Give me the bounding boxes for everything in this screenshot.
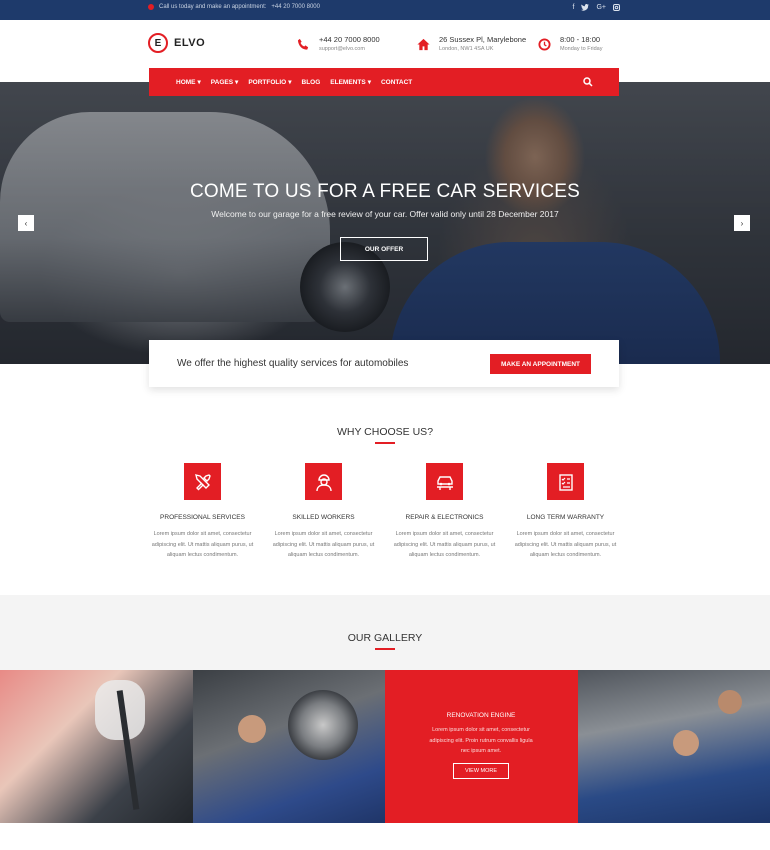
feature-desc: Lorem ipsum dolor sit amet, consectetur … xyxy=(151,531,254,558)
feature-item: LONG TERM WARRANTY Lorem ipsum dolor sit… xyxy=(505,463,626,561)
gallery-image-under-car[interactable] xyxy=(577,670,770,823)
chevron-down-icon: ▾ xyxy=(197,79,201,86)
nav-item-pages[interactable]: PAGES ▾ xyxy=(210,78,239,87)
chevron-down-icon: ▾ xyxy=(288,79,292,86)
feature-name: REPAIR & ELECTRONICS xyxy=(405,514,484,521)
view-more-button[interactable]: VIEW MORE xyxy=(453,763,509,779)
twitter-icon[interactable] xyxy=(581,4,590,13)
nav-item-blog-label: BLOG xyxy=(301,78,321,86)
chevron-down-icon: ▾ xyxy=(235,79,239,86)
gallery-image-engine-tools[interactable] xyxy=(0,670,193,823)
contact-address-line2: London, NW1 4SA UK xyxy=(439,46,494,52)
nav-item-portfolio-label: PORTFOLIO xyxy=(248,78,287,86)
alert-icon xyxy=(148,4,154,10)
top-notice: Call us today and make an appointment: +… xyxy=(148,4,320,10)
our-offer-button[interactable]: OUR OFFER xyxy=(340,237,428,261)
notice-phone: +44 20 7000 8000 xyxy=(271,4,320,10)
feature-name: PROFESSIONAL SERVICES xyxy=(160,514,245,521)
instagram-icon[interactable] xyxy=(613,4,620,13)
car-lift-icon xyxy=(436,475,453,490)
gallery-grid: RENOVATION ENGINE Lorem ipsum dolor sit … xyxy=(0,670,770,823)
hero-overlay xyxy=(0,82,770,364)
contact-phone: +44 20 7000 8000 support@elvo.com xyxy=(297,35,380,52)
feature-name: LONG TERM WARRANTY xyxy=(526,514,605,521)
mechanic-head-shape xyxy=(672,730,699,756)
hero-title: COME TO US FOR A FREE CAR SERVICES xyxy=(189,181,581,202)
gallery-overlay-card: RENOVATION ENGINE Lorem ipsum dolor sit … xyxy=(385,670,578,823)
google-plus-icon[interactable]: G+ xyxy=(596,4,606,13)
nav-item-home-label: HOME xyxy=(176,78,196,86)
why-title: WHY CHOOSE US? xyxy=(336,426,434,438)
worker-icon xyxy=(315,473,332,491)
feature-icon-box xyxy=(547,463,584,500)
nav-item-elements-label: ELEMENTS xyxy=(330,78,366,86)
gallery-title: OUR GALLERY xyxy=(347,632,423,644)
cta-text: We offer the highest quality services fo… xyxy=(177,358,409,369)
contact-hours-days: Monday to Friday xyxy=(560,46,603,52)
feature-name: SKILLED WORKERS xyxy=(292,514,355,521)
facebook-icon[interactable]: f xyxy=(573,4,575,13)
contact-address-line1: 26 Sussex Pl, Marylebone xyxy=(439,35,527,44)
chevron-down-icon: ▾ xyxy=(367,79,371,86)
nav-item-portfolio[interactable]: PORTFOLIO ▾ xyxy=(248,78,292,87)
make-appointment-button[interactable]: MAKE AN APPOINTMENT xyxy=(490,354,591,374)
clock-icon xyxy=(538,38,551,51)
nav-item-elements[interactable]: ELEMENTS ▾ xyxy=(330,78,371,87)
gallery-overlay-text: Lorem ipsum dolor sit amet, consectetur … xyxy=(429,727,533,754)
slider-next-button[interactable]: › xyxy=(734,215,750,231)
feature-icon-box xyxy=(184,463,221,500)
checklist-icon xyxy=(558,473,573,491)
page-footer-space xyxy=(0,823,770,850)
feature-icon-box xyxy=(305,463,342,500)
feature-item: SKILLED WORKERS Lorem ipsum dolor sit am… xyxy=(263,463,384,561)
nav-item-blog[interactable]: BLOG xyxy=(302,79,321,86)
gallery-image-brake-repair[interactable] xyxy=(192,670,385,823)
main-nav: HOME ▾ PAGES ▾ PORTFOLIO ▾ BLOG ELEMENTS ▾ C… xyxy=(149,68,619,96)
contact-phone-number: +44 20 7000 8000 xyxy=(319,35,380,44)
contact-hours: 8:00 - 18:00 Monday to Friday xyxy=(538,35,603,52)
contact-address: 26 Sussex Pl, Marylebone London, NW1 4SA… xyxy=(417,35,526,52)
feature-item: PROFESSIONAL SERVICES Lorem ipsum dolor … xyxy=(142,463,263,561)
gallery-title-underline xyxy=(375,648,395,650)
top-bar: Call us today and make an appointment: +… xyxy=(0,0,770,20)
contact-email: support@elvo.com xyxy=(319,46,365,52)
contact-hours-time: 8:00 - 18:00 xyxy=(560,35,601,44)
phone-icon xyxy=(297,38,309,50)
feature-desc: Lorem ipsum dolor sit amet, consectetur … xyxy=(272,531,375,558)
features-list: PROFESSIONAL SERVICES Lorem ipsum dolor … xyxy=(142,463,627,561)
nav-item-home[interactable]: HOME ▾ xyxy=(176,78,201,87)
cta-bar: We offer the highest quality services fo… xyxy=(149,340,619,387)
home-icon xyxy=(417,38,430,51)
logo[interactable]: E ELVO xyxy=(148,33,205,53)
feature-item: REPAIR & ELECTRONICS Lorem ipsum dolor s… xyxy=(384,463,505,561)
feature-desc: Lorem ipsum dolor sit amet, consectetur … xyxy=(514,531,617,558)
nav-item-contact[interactable]: CONTACT xyxy=(381,79,412,86)
tools-icon xyxy=(194,473,211,490)
brake-disc-shape xyxy=(287,690,358,760)
gallery-overlay-title: RENOVATION ENGINE xyxy=(446,712,516,719)
mechanic-head-shape xyxy=(717,690,742,714)
hero-slider: COME TO US FOR A FREE CAR SERVICES Welco… xyxy=(0,82,770,364)
hero-subtitle: Welcome to our garage for a free review … xyxy=(211,209,559,219)
logo-text: ELVO xyxy=(174,37,206,49)
nav-item-contact-label: CONTACT xyxy=(380,78,413,86)
notice-text: Call us today and make an appointment: xyxy=(159,4,267,10)
logo-mark: E xyxy=(148,33,168,53)
feature-icon-box xyxy=(426,463,463,500)
why-title-underline xyxy=(375,442,395,444)
feature-desc: Lorem ipsum dolor sit amet, consectetur … xyxy=(393,531,496,558)
search-icon[interactable] xyxy=(583,77,593,87)
mechanic-head-shape xyxy=(237,715,266,743)
nav-item-pages-label: PAGES xyxy=(210,78,234,86)
social-links: f G+ xyxy=(573,4,620,13)
slider-prev-button[interactable]: ‹ xyxy=(18,215,34,231)
